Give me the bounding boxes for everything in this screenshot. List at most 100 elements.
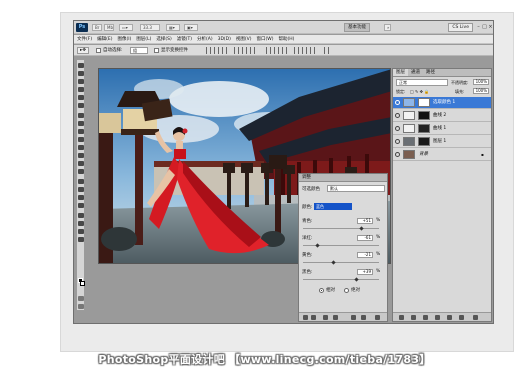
link-layers-icon[interactable] (399, 315, 404, 320)
layer-row[interactable]: 曲线 1 (393, 123, 491, 135)
show-transform-controls-checkbox[interactable] (154, 48, 159, 53)
align-top-icon[interactable] (206, 47, 211, 54)
trash-icon[interactable] (473, 315, 478, 320)
menu-select[interactable]: 选择(S) (156, 35, 171, 43)
crop-tool-icon[interactable] (78, 95, 84, 100)
relative-radio[interactable] (319, 288, 324, 293)
mask-thumbnail[interactable] (418, 137, 430, 146)
zoom-level-dropdown[interactable]: 33.3 (140, 24, 160, 31)
opacity-input[interactable]: 100% (473, 79, 489, 85)
fill-input[interactable]: 100% (473, 88, 489, 94)
gradient-tool-icon[interactable] (78, 153, 84, 158)
menu-layer[interactable]: 图层(L) (136, 35, 151, 43)
clone-stamp-tool-icon[interactable] (78, 129, 84, 134)
auto-select-checkbox[interactable] (96, 48, 101, 53)
preset-dropdown[interactable]: 默认 (327, 185, 385, 192)
brush-tool-icon[interactable] (78, 121, 84, 126)
pen-tool-icon[interactable] (78, 179, 84, 184)
menu-view[interactable]: 视图(V) (236, 35, 252, 43)
layer-row[interactable]: 背景 ▪ (393, 149, 491, 161)
restore-icon[interactable]: □ (482, 24, 487, 30)
shape-tool-icon[interactable] (78, 203, 84, 208)
dodge-tool-icon[interactable] (78, 169, 84, 174)
eye-icon[interactable] (395, 126, 400, 131)
menu-window[interactable]: 窗口(W) (256, 35, 273, 43)
menu-file[interactable]: 文件(F) (77, 35, 92, 43)
yellow-value-input[interactable]: -21 (357, 252, 373, 258)
blur-tool-icon[interactable] (78, 161, 84, 166)
view-extras-dropdown[interactable]: ▭▾ (119, 24, 133, 31)
mask-thumbnail[interactable] (418, 111, 430, 120)
view-previous-icon[interactable] (351, 315, 356, 320)
layer-style-icon[interactable] (411, 315, 416, 320)
lock-icons[interactable]: □ ✎ ✥ 🔒 (410, 89, 429, 94)
minibridge-button[interactable]: Mb (104, 24, 114, 31)
black-slider[interactable] (303, 279, 379, 280)
3d-rotate-tool-icon[interactable] (78, 213, 84, 218)
cyan-value-input[interactable]: +51 (357, 218, 373, 224)
minimize-icon[interactable]: – (476, 24, 481, 30)
path-selection-tool-icon[interactable] (78, 195, 84, 200)
colors-dropdown[interactable]: 蓝色 (314, 203, 352, 210)
tab-paths[interactable]: 路径 (423, 69, 438, 76)
eye-icon[interactable] (395, 113, 400, 118)
align-horizontal-center-icon[interactable] (242, 47, 247, 54)
cyan-slider-handle[interactable] (359, 226, 364, 231)
healing-brush-tool-icon[interactable] (78, 113, 84, 118)
type-tool-icon[interactable] (78, 187, 84, 192)
eye-icon[interactable] (395, 100, 400, 105)
background-color-swatch[interactable] (80, 281, 85, 286)
yellow-slider-handle[interactable] (331, 260, 336, 265)
distribute-vertical-center-icon[interactable] (274, 47, 279, 54)
menu-filter[interactable]: 滤镜(T) (177, 35, 192, 43)
marquee-tool-icon[interactable] (78, 71, 84, 76)
panel-view-icon[interactable] (311, 315, 316, 320)
eye-icon[interactable] (395, 139, 400, 144)
eyedropper-tool-icon[interactable] (78, 103, 84, 108)
cs-live-button[interactable]: CS Live (448, 23, 473, 32)
distribute-top-icon[interactable] (266, 47, 271, 54)
tab-channels[interactable]: 通道 (408, 69, 423, 76)
black-slider-handle[interactable] (354, 277, 359, 282)
yellow-slider[interactable] (303, 262, 379, 263)
mask-thumbnail[interactable] (418, 124, 430, 133)
visibility-icon[interactable] (333, 315, 338, 320)
lasso-tool-icon[interactable] (78, 79, 84, 84)
move-tool-icon[interactable] (78, 63, 84, 68)
magenta-slider-handle[interactable] (315, 243, 320, 248)
distribute-horizontal-center-icon[interactable] (302, 47, 307, 54)
distribute-left-icon[interactable] (294, 47, 299, 54)
menu-help[interactable]: 帮助(H) (278, 35, 294, 43)
eraser-tool-icon[interactable] (78, 145, 84, 150)
workspace-more-button[interactable]: » (384, 24, 391, 31)
history-brush-tool-icon[interactable] (78, 137, 84, 142)
magenta-value-input[interactable]: -61 (357, 235, 373, 241)
new-layer-icon[interactable] (459, 315, 464, 320)
quick-select-tool-icon[interactable] (78, 87, 84, 92)
auto-align-layers-icon[interactable] (324, 47, 329, 54)
workspace-switcher[interactable]: 基本功能 (344, 23, 370, 32)
auto-select-target-dropdown[interactable]: 组 (130, 47, 148, 54)
menu-3d[interactable]: 3D(D) (218, 35, 231, 43)
layer-row[interactable]: 曲线 2 (393, 110, 491, 122)
distribute-bottom-icon[interactable] (282, 47, 287, 54)
tab-layers[interactable]: 图层 (393, 69, 408, 76)
align-left-icon[interactable] (234, 47, 239, 54)
move-tool-preset-picker[interactable]: ▸✥ (77, 47, 89, 54)
zoom-tool-icon[interactable] (78, 237, 84, 242)
reset-icon[interactable] (361, 315, 366, 320)
mask-thumbnail[interactable] (418, 98, 430, 107)
close-icon[interactable]: × (488, 24, 493, 30)
arrange-documents-dropdown[interactable]: ▦▾ (166, 24, 180, 31)
bridge-button[interactable]: Br (92, 24, 102, 31)
menu-edit[interactable]: 编辑(E) (97, 35, 112, 43)
screen-mode-icon[interactable] (78, 304, 84, 309)
align-right-icon[interactable] (250, 47, 255, 54)
eye-icon[interactable] (395, 152, 400, 157)
hand-tool-icon[interactable] (78, 229, 84, 234)
distribute-right-icon[interactable] (310, 47, 315, 54)
adjustment-layer-icon[interactable] (435, 315, 440, 320)
clip-to-layer-icon[interactable] (323, 315, 328, 320)
trash-icon[interactable] (375, 315, 380, 320)
absolute-radio[interactable] (344, 288, 349, 293)
